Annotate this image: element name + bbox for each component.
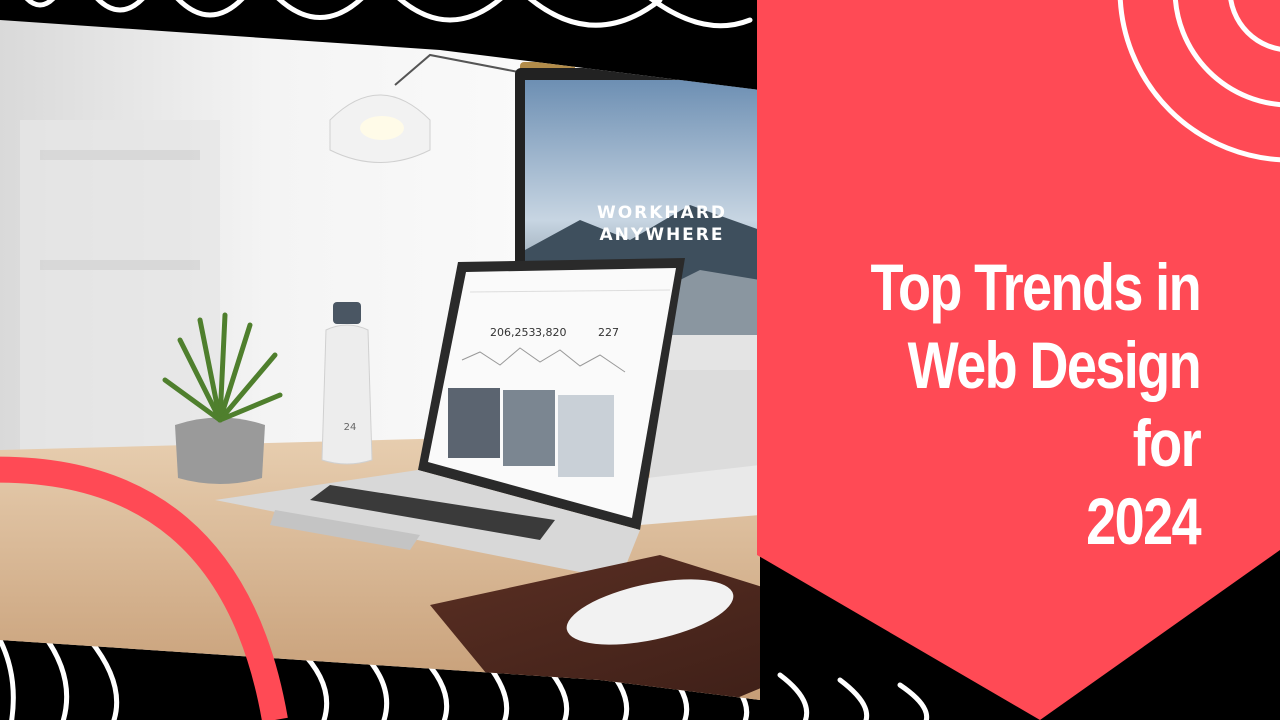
blog-banner: WORKHARD ANYWHERE 24 206,253 3,820 227 T… — [0, 0, 1280, 720]
banner-title: Top Trends in Web Design for 2024 — [870, 250, 1202, 558]
